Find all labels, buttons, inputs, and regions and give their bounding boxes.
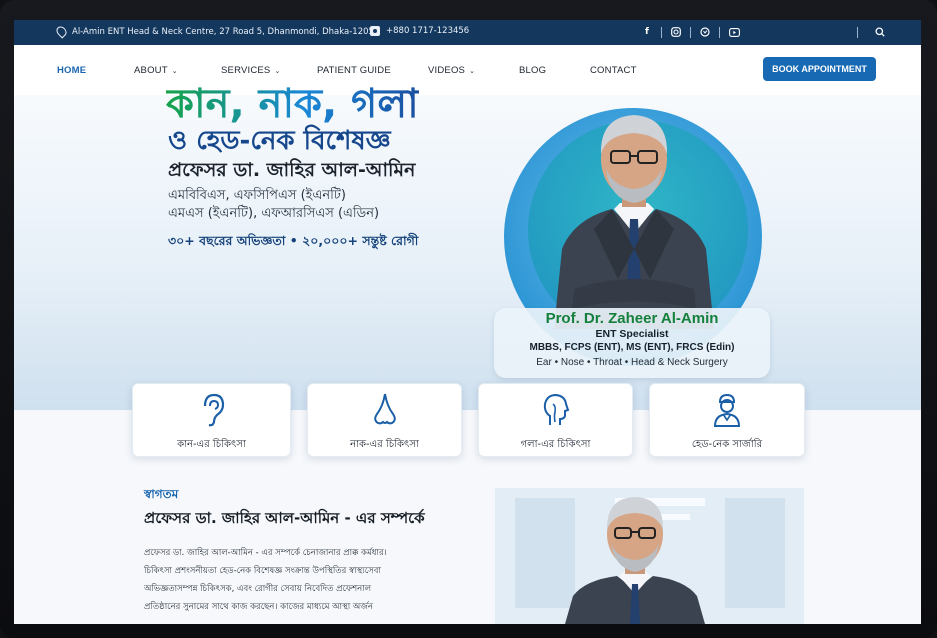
facebook-icon[interactable]: f (640, 25, 654, 39)
about-title: প্রফেসর ডা. জাহির আল-আমিন - এর সম্পর্কে (144, 509, 425, 527)
welcome-label: স্বাগতম (144, 487, 179, 501)
nav-blog[interactable]: BLOG (519, 65, 546, 76)
service-card-throat[interactable]: গলা-এর চিকিৎসা (478, 383, 633, 457)
hero-degrees-line-2: এমএস (ইএনটি), এফআরসিএস (এডিন) (168, 206, 380, 221)
divider (661, 26, 662, 38)
whatsapp-icon[interactable] (698, 25, 712, 39)
browser-screen: Al-Amin ENT Head & Neck Centre, 27 Road … (14, 20, 921, 624)
service-card-ear[interactable]: কান-এর চিকিৎসা (132, 383, 291, 457)
phone-text[interactable]: +880 1717-123456 (386, 26, 469, 36)
search-icon[interactable] (873, 25, 887, 39)
divider (857, 26, 858, 38)
service-label: হেড-নেক সার্জারি (691, 439, 763, 450)
about-paragraph-line: অভিজ্ঞতাসম্পন্ন চিকিৎসক, এবং রোগীর সেবায… (144, 584, 372, 594)
nose-icon (373, 393, 396, 425)
surgeon-icon (713, 393, 741, 427)
nav-home-label: HOME (57, 65, 87, 76)
address-item: Al-Amin ENT Head & Neck Centre, 27 Road … (54, 24, 374, 39)
nav-contact[interactable]: CONTACT (590, 65, 637, 76)
about-paragraph-line: প্রতিষ্ঠানের সুনামের সাথে কাজ করছেন। কাজ… (144, 602, 373, 612)
hero-stats: ৩০+ বছরের অভিজ্ঞতা • ২০,০০০+ সন্তুষ্ট রো… (168, 233, 419, 248)
address-text: Al-Amin ENT Head & Neck Centre, 27 Road … (72, 26, 374, 37)
doctor-info-card: Prof. Dr. Zaheer Al-Amin ENT Specialist … (494, 308, 770, 378)
service-card-head-neck[interactable]: হেড-নেক সার্জারি (649, 383, 805, 457)
social-links: f (640, 25, 741, 39)
nav-videos-label: VIDEOS (428, 65, 466, 76)
nav-videos[interactable]: VIDEOS ⌄ (428, 65, 475, 76)
doctor-card-degrees: MBBS, FCPS (ENT), MS (ENT), FRCS (Edin) (529, 342, 735, 353)
main-nav: HOME ABOUT ⌄ SERVICES ⌄ PATIENT GUIDE VI… (14, 45, 921, 95)
service-label: গলা-এর চিকিৎসা (520, 439, 591, 450)
throat-icon (543, 393, 569, 425)
youtube-icon[interactable] (727, 25, 741, 39)
doctor-card-name: Prof. Dr. Zaheer Al-Amin (545, 310, 719, 327)
divider (690, 26, 691, 38)
doctor-portrait (554, 115, 714, 329)
top-info-bar: Al-Amin ENT Head & Neck Centre, 27 Road … (14, 20, 921, 45)
nav-contact-label: CONTACT (590, 65, 637, 76)
nav-blog-label: BLOG (519, 65, 547, 76)
location-pin-icon (54, 24, 69, 39)
doctor-card-specialty: ENT Specialist (595, 328, 669, 340)
hero-section (14, 95, 921, 410)
hero-doctor-name: প্রফেসর ডা. জাহির আল-আমিন (168, 159, 416, 181)
service-card-nose[interactable]: নাক-এর চিকিৎসা (307, 383, 462, 457)
doctor-card-areas: Ear • Nose • Throat • Head & Neck Surger… (536, 357, 728, 368)
about-paragraph-line: চিকিৎসা প্রশংসনীয়তা হেড-নেক বিশেষজ্ঞ সং… (144, 566, 381, 576)
chevron-down-icon: ⌄ (469, 67, 476, 75)
phone-icon (370, 26, 380, 36)
service-label: কান-এর চিকিৎসা (177, 439, 246, 450)
hospital-corridor-photo (495, 488, 804, 624)
book-appointment-button[interactable]: BOOK APPOINTMENT (763, 57, 876, 81)
search-area (850, 25, 887, 39)
nav-home[interactable]: HOME (57, 65, 86, 76)
phone-item[interactable]: +880 1717-123456 (370, 26, 469, 36)
service-label: নাক-এর চিকিৎসা (350, 439, 419, 450)
instagram-icon[interactable] (669, 25, 683, 39)
about-photo (495, 488, 804, 624)
divider (719, 26, 720, 38)
nav-about-label: ABOUT (134, 65, 168, 76)
about-paragraph-line: প্রফেসর ডা. জাহির আল-আমিন - এর সম্পর্কে … (144, 548, 387, 558)
ear-icon (203, 393, 224, 427)
